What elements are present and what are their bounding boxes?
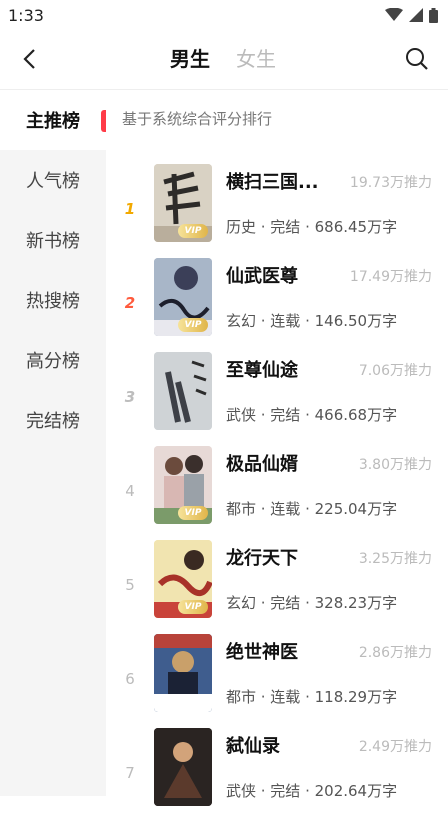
book-row[interactable]: 1 VIP 横扫三国... 19.73万推力 历史 · 完结 · 686.45万… (106, 164, 448, 258)
book-cover: VIP (154, 540, 212, 618)
book-meta: 玄幻 · 连载 · 146.50万字 (226, 312, 398, 330)
book-meta: 历史 · 完结 · 686.45万字 (226, 218, 398, 236)
rank-number: 5 (125, 576, 135, 594)
book-heat: 7.06万推力 (358, 363, 432, 379)
book-title: 横扫三国... (226, 172, 319, 193)
book-title: 至尊仙途 (226, 360, 298, 381)
book-row[interactable]: 3 至尊仙途 7.06万推力 武侠 · 完结 · 466.68万字 (106, 352, 448, 446)
sidebar-item-new[interactable]: 新书榜 (0, 210, 106, 270)
book-cover: VIP (154, 258, 212, 336)
rank-number: 2 (124, 294, 136, 312)
book-row[interactable]: 4 VIP 极品仙婿 3.80万推力 都市 · 连载 · 225.04万字 (106, 446, 448, 540)
wifi-icon (385, 8, 403, 21)
list-subtitle: 基于系统综合评分排行 (122, 110, 273, 128)
sidebar-item-popular[interactable]: 人气榜 (0, 150, 106, 210)
cover-art (154, 352, 212, 430)
book-heat: 17.49万推力 (349, 269, 432, 285)
sidebar-item-label: 新书榜 (26, 231, 80, 252)
book-meta: 武侠 · 完结 · 466.68万字 (226, 406, 398, 424)
ranking-sidebar: 主推榜 人气榜 新书榜 热搜榜 高分榜 完结榜 (0, 90, 106, 796)
book-heat: 19.73万推力 (349, 175, 432, 191)
book-meta: 都市 · 连载 · 118.29万字 (226, 688, 398, 706)
sidebar-item-label: 完结榜 (26, 411, 80, 432)
rank-number: 7 (125, 764, 135, 782)
book-heat: 3.80万推力 (358, 457, 432, 473)
sidebar-item-main[interactable]: 主推榜 (0, 90, 106, 150)
sidebar-item-label: 高分榜 (26, 351, 80, 372)
book-title: 极品仙婿 (226, 454, 298, 475)
book-heat: 2.86万推力 (358, 645, 432, 661)
sidebar-item-label: 热搜榜 (26, 291, 80, 312)
book-title: 弑仙录 (226, 736, 280, 757)
rank-number: 6 (125, 670, 135, 688)
rank-number: 3 (124, 388, 136, 406)
tab-female[interactable]: 女生 (236, 44, 276, 74)
rank-number: 1 (124, 200, 136, 218)
tab-male[interactable]: 男生 (170, 44, 210, 74)
book-title: 仙武医尊 (226, 266, 298, 287)
vip-badge: VIP (178, 318, 208, 332)
book-cover (154, 728, 212, 806)
battery-icon (429, 7, 438, 23)
book-meta: 玄幻 · 完结 · 328.23万字 (226, 594, 398, 612)
chevron-left-icon (23, 49, 35, 69)
cover-art (154, 634, 212, 712)
book-row[interactable]: 2 VIP 仙武医尊 17.49万推力 玄幻 · 连载 · 146.50万字 (106, 258, 448, 352)
search-icon (406, 48, 428, 70)
book-cover (154, 352, 212, 430)
sidebar-item-label: 主推榜 (26, 111, 80, 132)
top-nav: 男生 女生 (0, 30, 448, 90)
rank-number: 4 (125, 482, 135, 500)
sidebar-item-high-score[interactable]: 高分榜 (0, 330, 106, 390)
book-row[interactable]: 7 弑仙录 2.49万推力 武侠 · 完结 · 202.64万字 (106, 728, 448, 822)
book-meta: 都市 · 连载 · 225.04万字 (226, 500, 398, 518)
sidebar-item-trending-search[interactable]: 热搜榜 (0, 270, 106, 330)
status-time: 1:33 (8, 5, 44, 25)
sidebar-item-label: 人气榜 (26, 171, 80, 192)
vip-badge: VIP (178, 224, 208, 238)
cover-art (154, 728, 212, 806)
book-cover (154, 634, 212, 712)
gender-tabs: 男生 女生 (170, 44, 276, 74)
signal-icon (409, 8, 423, 22)
book-title: 绝世神医 (226, 642, 298, 663)
vip-badge: VIP (178, 600, 208, 614)
status-bar: 1:33 (0, 0, 448, 30)
vip-badge: VIP (178, 506, 208, 520)
book-row[interactable]: 5 VIP 龙行天下 3.25万推力 玄幻 · 完结 · 328.23万字 (106, 540, 448, 634)
book-row[interactable]: 6 绝世神医 2.86万推力 都市 · 连载 · 118.29万字 (106, 634, 448, 728)
ranking-list: 基于系统综合评分排行 1 VIP 横扫三国... 19.73万推力 历史 · 完… (106, 90, 448, 806)
book-heat: 3.25万推力 (358, 551, 432, 567)
back-button[interactable] (14, 44, 44, 74)
book-cover: VIP (154, 446, 212, 524)
book-heat: 2.49万推力 (358, 739, 432, 755)
book-title: 龙行天下 (226, 548, 298, 569)
search-button[interactable] (402, 44, 432, 74)
status-icons (385, 7, 438, 23)
book-meta: 武侠 · 完结 · 202.64万字 (226, 782, 398, 800)
sidebar-item-completed[interactable]: 完结榜 (0, 390, 106, 450)
book-cover: VIP (154, 164, 212, 242)
